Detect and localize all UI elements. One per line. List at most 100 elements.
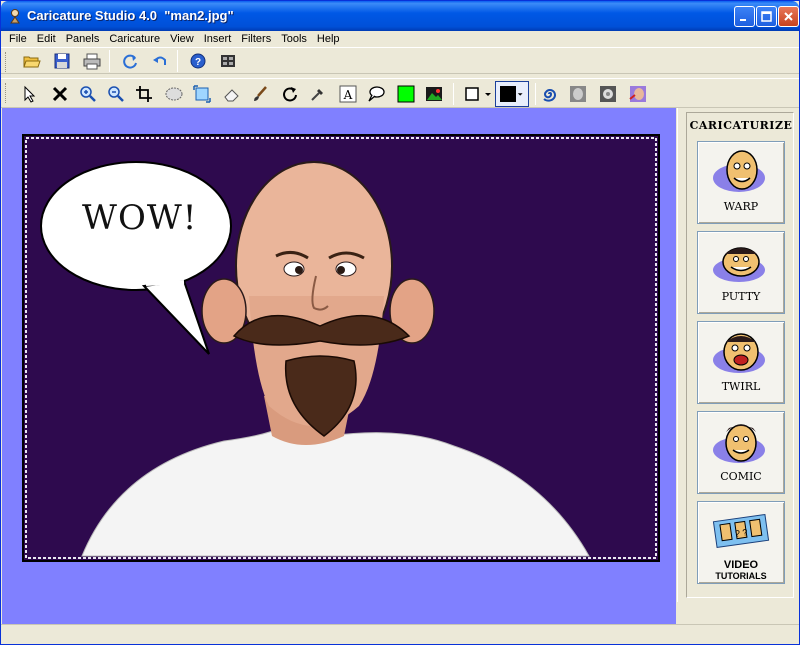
fit-icon [193, 85, 211, 103]
eraser-icon [224, 89, 239, 102]
comic-button[interactable]: COMIC [697, 411, 785, 494]
warp-button-label: WARP [723, 200, 759, 213]
color-swatch-icon [397, 85, 415, 103]
crop-icon [136, 86, 152, 102]
minimize-icon [740, 19, 746, 21]
close-button[interactable] [778, 6, 799, 27]
fill-color-dropdown[interactable] [495, 81, 529, 107]
fit-tool[interactable] [191, 83, 213, 105]
undo-button[interactable] [149, 50, 171, 72]
main-toolbar: ? [1, 47, 799, 74]
refresh-button[interactable] [119, 50, 141, 72]
pointer-tool[interactable] [19, 83, 41, 105]
svg-text:? ?: ? ? [734, 527, 748, 539]
text-icon: A [339, 85, 357, 103]
brush-icon [254, 86, 267, 101]
toolbar-grip[interactable] [5, 52, 8, 72]
toolbar-separator [535, 83, 536, 105]
tools-toolbar: A [1, 78, 799, 108]
menu-help[interactable]: Help [312, 31, 345, 47]
video-tutorials-label: VIDEO TUTORIALS [715, 560, 766, 582]
rotate-icon [283, 87, 297, 102]
toolbar-separator [109, 50, 110, 72]
speech-bubble-text[interactable]: WOW! [82, 198, 197, 238]
zoom-out-tool[interactable] [105, 83, 127, 105]
face-morph-tool[interactable] [597, 83, 619, 105]
toolbar-grip[interactable] [5, 83, 8, 103]
text-tool[interactable]: A [337, 83, 359, 105]
title-bar[interactable]: Caricature Studio 4.0 "man2.jpg" [1, 1, 799, 31]
pointer-icon [24, 85, 36, 103]
menu-insert[interactable]: Insert [199, 31, 237, 47]
ellipse-select-tool[interactable] [163, 83, 185, 105]
menu-bar: File Edit Panels Caricature View Insert … [1, 31, 799, 47]
save-button[interactable] [51, 50, 73, 72]
app-logo-icon [10, 9, 20, 24]
face-morph-icon [600, 86, 616, 102]
menu-panels[interactable]: Panels [61, 31, 105, 47]
crop-tool[interactable] [133, 83, 155, 105]
face-gray-tool[interactable] [567, 83, 589, 105]
shape-outline-dropdown[interactable] [461, 83, 483, 105]
open-button[interactable] [21, 50, 43, 72]
shape-outline-arrow[interactable] [483, 83, 493, 105]
svg-text:A: A [343, 88, 353, 102]
toolbar-separator [453, 83, 454, 105]
caricaturize-panel-body: CARICATURIZE WARP PUTTY TWIRL COMIC ? ? … [686, 112, 794, 598]
video-tutorials-icon: ? ? [712, 513, 770, 549]
panel-title: CARICATURIZE [689, 119, 793, 132]
refresh-icon [123, 54, 137, 69]
save-icon [54, 53, 70, 69]
menu-tools[interactable]: Tools [276, 31, 312, 47]
caricaturize-panel: CARICATURIZE WARP PUTTY TWIRL COMIC ? ? … [677, 108, 799, 602]
filmstrip-icon [221, 55, 235, 67]
window-title: Caricature Studio 4.0 "man2.jpg" [27, 8, 234, 23]
image-canvas[interactable]: WOW! [24, 136, 658, 560]
maximize-icon [761, 11, 772, 22]
print-icon [83, 53, 101, 70]
undo-icon [153, 56, 166, 65]
green-color-swatch[interactable] [395, 83, 417, 105]
zoom-in-icon [80, 86, 96, 102]
eyedropper-tool[interactable] [307, 83, 329, 105]
minimize-button[interactable] [734, 6, 755, 27]
menu-edit[interactable]: Edit [32, 31, 61, 47]
eyedropper-icon [311, 89, 323, 101]
help-button[interactable]: ? [187, 50, 209, 72]
shape-outline-icon [465, 87, 479, 101]
swirl-tool[interactable] [539, 83, 561, 105]
rotate-tool[interactable] [279, 83, 301, 105]
video-tutorials-button[interactable]: ? ? VIDEO TUTORIALS [697, 501, 785, 584]
menu-filters[interactable]: Filters [236, 31, 276, 47]
putty-button-label: PUTTY [721, 290, 761, 303]
warp-face-icon [713, 150, 765, 192]
svg-text:?: ? [195, 57, 201, 68]
menu-view[interactable]: View [165, 31, 199, 47]
filmstrip-button[interactable] [217, 50, 239, 72]
maximize-button[interactable] [756, 6, 777, 27]
putty-button[interactable]: PUTTY [697, 231, 785, 314]
comic-face-icon [713, 424, 765, 463]
insert-image-tool[interactable] [423, 83, 445, 105]
warp-button[interactable]: WARP [697, 141, 785, 224]
twirl-button[interactable]: TWIRL [697, 321, 785, 404]
twirl-button-label: TWIRL [721, 380, 761, 393]
print-button[interactable] [81, 50, 103, 72]
zoom-out-icon [108, 86, 124, 102]
speech-bubble-tool[interactable] [365, 83, 387, 105]
menu-file[interactable]: File [4, 31, 32, 47]
face-warp-icon [629, 86, 646, 102]
close-icon [784, 12, 793, 21]
zoom-in-tool[interactable] [77, 83, 99, 105]
face-warp-tool[interactable] [627, 83, 649, 105]
delete-tool[interactable] [49, 83, 71, 105]
workspace[interactable]: WOW! [2, 108, 676, 624]
help-icon: ? [190, 53, 206, 69]
menu-caricature[interactable]: Caricature [104, 31, 165, 47]
brush-tool[interactable] [249, 83, 271, 105]
toolbar-separator [177, 50, 178, 72]
status-bar [1, 624, 799, 644]
fill-color-icon [500, 86, 516, 102]
app-window: Caricature Studio 4.0 "man2.jpg" File Ed… [0, 0, 800, 645]
eraser-tool[interactable] [221, 83, 243, 105]
